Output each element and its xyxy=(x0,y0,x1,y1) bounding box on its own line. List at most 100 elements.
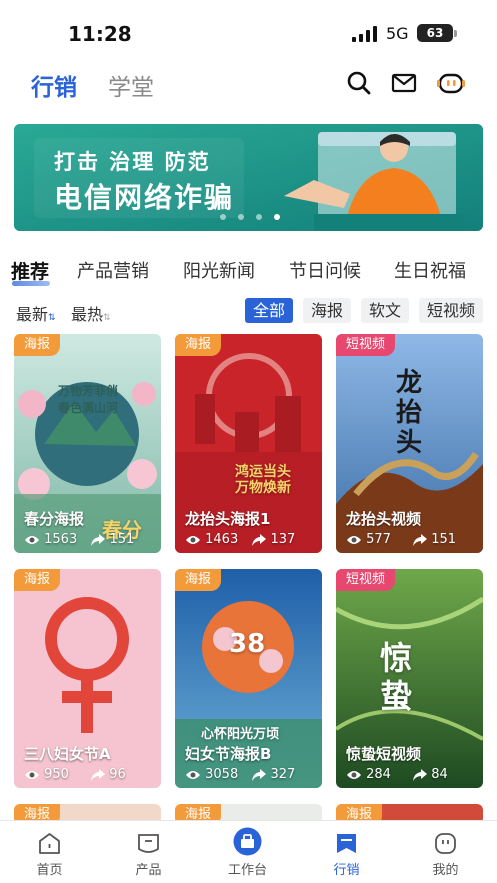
profile-icon xyxy=(435,833,456,854)
card-tag: 海报 xyxy=(14,569,61,591)
sort-hottest[interactable]: 最热⇅ xyxy=(71,301,111,325)
product-icon xyxy=(138,834,159,853)
content-card[interactable]: 龙抬头 短视频 龙抬头视频 577 151 xyxy=(336,334,483,553)
network-type: 5G xyxy=(386,24,409,43)
eye-icon xyxy=(186,770,200,779)
card-stats: 1463 137 xyxy=(185,532,295,548)
card-shares: 96 xyxy=(109,767,126,782)
card-views: 1563 xyxy=(44,532,78,547)
card-tag: 海报 xyxy=(14,334,61,356)
promo-banner[interactable]: 打击 治理 防范 电信网络诈骗 xyxy=(14,124,483,231)
card-title: 春分海报 xyxy=(24,510,85,528)
card-stats: 950 96 xyxy=(24,767,126,783)
card-title: 惊蛰短视频 xyxy=(346,745,422,763)
card-tag: 海报 xyxy=(175,569,222,591)
eye-icon xyxy=(347,535,361,544)
eye-icon xyxy=(25,535,39,544)
category-tabs: 推荐 产品营销 阳光新闻 节日问候 生日祝福 xyxy=(0,254,497,288)
pager-dot[interactable] xyxy=(220,214,226,220)
card-shares: 151 xyxy=(109,532,135,547)
content-card[interactable]: 38 心怀阳光万顷 海报 妇女节海报B 3058 327 xyxy=(175,569,322,788)
card-views: 950 xyxy=(44,767,69,782)
share-icon xyxy=(413,768,428,781)
nav-profile[interactable]: 我的 xyxy=(396,821,495,883)
nav-marketing[interactable]: 行销 xyxy=(297,821,396,883)
nav-workbench[interactable]: 工作台 xyxy=(198,821,297,883)
card-art-text: 鸿运当头 万物焕新 xyxy=(235,464,291,496)
card-stats: 1563 151 xyxy=(24,532,134,548)
filter-short-video[interactable]: 短视频 xyxy=(419,298,484,323)
pager-dot-active[interactable] xyxy=(274,214,280,220)
card-stats: 3058 327 xyxy=(185,767,295,783)
sort-arrows-icon: ⇅ xyxy=(103,313,111,323)
banner-line2: 电信网络诈骗 xyxy=(54,181,235,214)
sort-hottest-label: 最热 xyxy=(71,305,104,324)
nav-profile-label: 我的 xyxy=(432,863,459,878)
card-title: 妇女节海报B xyxy=(185,745,272,763)
pager-dot[interactable] xyxy=(256,214,262,220)
sort-arrows-icon: ⇅ xyxy=(48,313,56,323)
card-art-text: 龙抬头 xyxy=(396,368,423,458)
card-art-text: 38 xyxy=(229,629,266,659)
card-stats: 284 84 xyxy=(346,767,448,783)
card-shares: 327 xyxy=(270,767,296,782)
filter-all[interactable]: 全部 xyxy=(245,298,294,323)
card-shares: 84 xyxy=(431,767,448,782)
nav-home-label: 首页 xyxy=(36,863,63,878)
sort-newest[interactable]: 最新⇅ xyxy=(16,301,56,325)
mail-icon[interactable] xyxy=(391,70,417,96)
signal-icon xyxy=(352,26,377,42)
battery-icon: 63 xyxy=(417,24,453,42)
tab-holiday-greetings[interactable]: 节日问候 xyxy=(289,257,361,283)
eye-icon xyxy=(347,770,361,779)
card-title: 龙抬头海报1 xyxy=(185,510,271,528)
card-views: 577 xyxy=(366,532,391,547)
tab-sunshine-news[interactable]: 阳光新闻 xyxy=(183,257,255,283)
status-bar: 11:28 5G 63 xyxy=(0,0,497,62)
share-icon xyxy=(252,768,267,781)
tab-birthday-wishes[interactable]: 生日祝福 xyxy=(394,257,466,283)
card-art-text: 万物芳菲俏 春色满山河 xyxy=(57,384,118,415)
nav-workbench-label: 工作台 xyxy=(227,863,267,878)
marketing-icon xyxy=(337,834,356,853)
content-card[interactable]: 海报 三八妇女节A 950 96 xyxy=(14,569,161,788)
nav-products-label: 产品 xyxy=(135,863,162,878)
card-views: 3058 xyxy=(205,767,239,782)
filter-article[interactable]: 软文 xyxy=(361,298,410,323)
card-stats: 577 151 xyxy=(346,532,456,548)
nav-home[interactable]: 首页 xyxy=(0,821,99,883)
sort-filter-bar: 最新⇅ 最热⇅ 全部 海报 软文 短视频 xyxy=(0,298,497,324)
card-views: 1463 xyxy=(205,532,239,547)
home-icon xyxy=(39,833,60,854)
robot-assistant-icon[interactable] xyxy=(436,70,466,96)
content-card[interactable]: 惊蛰 短视频 惊蛰短视频 284 84 xyxy=(336,569,483,788)
bottom-nav: 首页 产品 工作台 行销 我的 xyxy=(0,820,497,883)
card-title: 龙抬头视频 xyxy=(346,510,422,528)
content-card[interactable]: 万物芳菲俏 春色满山河 春分 海报 春分海报 1563 151 xyxy=(14,334,161,553)
card-shares: 151 xyxy=(431,532,457,547)
tab-academy[interactable]: 学堂 xyxy=(108,68,154,102)
card-art-text: 惊蛰 xyxy=(380,639,413,715)
status-time: 11:28 xyxy=(68,22,132,46)
pager-dot[interactable] xyxy=(238,214,244,220)
card-tag: 短视频 xyxy=(336,569,396,591)
battery-tip xyxy=(454,30,457,37)
tab-recommended[interactable]: 推荐 xyxy=(11,257,49,284)
sort-newest-label: 最新 xyxy=(16,305,49,324)
banner-pager xyxy=(220,214,290,222)
share-icon xyxy=(91,533,106,546)
search-icon[interactable] xyxy=(346,70,372,96)
eye-icon xyxy=(25,770,39,779)
tab-product-marketing[interactable]: 产品营销 xyxy=(77,257,149,283)
nav-products[interactable]: 产品 xyxy=(99,821,198,883)
tab-marketing[interactable]: 行销 xyxy=(31,68,77,102)
content-card[interactable]: 鸿运当头 万物焕新 海报 龙抬头海报1 1463 137 xyxy=(175,334,322,553)
eye-icon xyxy=(186,535,200,544)
card-tag: 短视频 xyxy=(336,334,396,356)
card-art-text: 心怀阳光万顷 xyxy=(201,727,280,742)
filter-poster[interactable]: 海报 xyxy=(303,298,352,323)
nav-marketing-label: 行销 xyxy=(333,863,360,878)
workbench-icon xyxy=(233,827,262,856)
card-views: 284 xyxy=(366,767,391,782)
card-shares: 137 xyxy=(270,532,296,547)
